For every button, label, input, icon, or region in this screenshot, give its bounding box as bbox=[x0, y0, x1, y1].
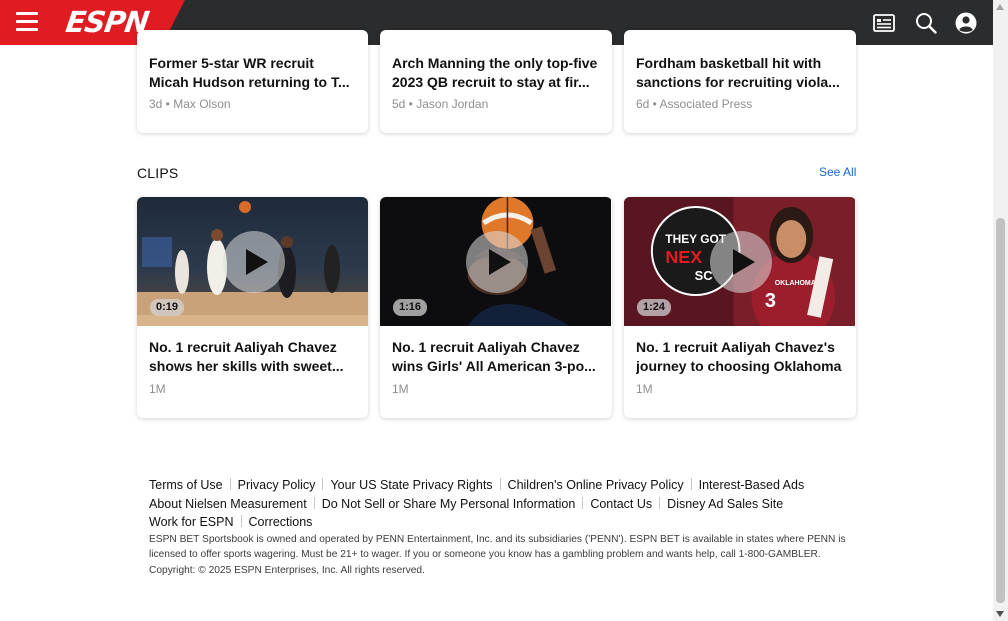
clip-meta: 1M bbox=[149, 382, 166, 396]
footer-link-nielsen[interactable]: About Nielsen Measurement bbox=[149, 497, 307, 511]
story-title[interactable]: Former 5-star WR recruit Micah Hudson re… bbox=[149, 54, 359, 92]
story-card[interactable]: Fordham basketball hit with sanctions fo… bbox=[624, 30, 856, 133]
copyright-text: Copyright: © 2025 ESPN Enterprises, Inc.… bbox=[149, 565, 425, 576]
clip-duration: 0:19 bbox=[150, 299, 185, 316]
footer-link-corrections[interactable]: Corrections bbox=[249, 515, 313, 529]
clips-section-title: CLIPS bbox=[137, 165, 179, 181]
account-icon[interactable] bbox=[954, 11, 978, 35]
thumb-text: OKLAHOMA bbox=[775, 280, 816, 287]
thumb-text: NEX bbox=[665, 247, 702, 267]
see-all-link[interactable]: See All bbox=[819, 165, 856, 179]
clip-card[interactable]: 1:16 No. 1 recruit Aaliyah Chavez wins G… bbox=[380, 197, 612, 418]
footer-divider bbox=[322, 478, 324, 490]
footer-link-state-privacy[interactable]: Your US State Privacy Rights bbox=[330, 478, 492, 492]
clip-duration: 1:16 bbox=[393, 299, 428, 316]
clip-title[interactable]: No. 1 recruit Aaliyah Chavez wins Girls'… bbox=[392, 338, 602, 376]
thumb-text: 3 bbox=[765, 290, 776, 312]
story-title[interactable]: Arch Manning the only top-five 2023 QB r… bbox=[392, 54, 602, 92]
footer-link-childrens-privacy[interactable]: Children's Online Privacy Policy bbox=[508, 478, 684, 492]
footer-link-interest-ads[interactable]: Interest-Based Ads bbox=[699, 478, 805, 492]
story-card[interactable]: Former 5-star WR recruit Micah Hudson re… bbox=[137, 30, 368, 133]
story-title[interactable]: Fordham basketball hit with sanctions fo… bbox=[636, 54, 846, 92]
story-meta: 3d • Max Olson bbox=[149, 97, 231, 111]
clip-meta: 1M bbox=[392, 382, 409, 396]
clip-title[interactable]: No. 1 recruit Aaliyah Chavez shows her s… bbox=[149, 338, 359, 376]
play-icon[interactable] bbox=[710, 231, 772, 293]
footer-divider bbox=[499, 478, 501, 490]
footer-divider bbox=[659, 496, 661, 509]
clip-card[interactable]: 0:19 No. 1 recruit Aaliyah Chavez shows … bbox=[137, 197, 368, 418]
clip-meta: 1M bbox=[636, 382, 653, 396]
footer-link-disney-ads[interactable]: Disney Ad Sales Site bbox=[667, 497, 783, 511]
legal-disclaimer: ESPN BET Sportsbook is owned and operate… bbox=[149, 534, 846, 560]
search-icon[interactable] bbox=[914, 11, 938, 35]
story-meta: 5d • Jason Jordan bbox=[392, 97, 489, 111]
news-feed-icon[interactable] bbox=[872, 11, 896, 35]
hamburger-menu-icon[interactable] bbox=[16, 12, 38, 32]
story-card[interactable]: Arch Manning the only top-five 2023 QB r… bbox=[380, 30, 612, 133]
footer-links: Terms of Use Privacy Policy Your US State … bbox=[149, 476, 849, 532]
scroll-down-arrow-icon[interactable] bbox=[996, 611, 1004, 617]
scrollbar-thumb[interactable] bbox=[996, 218, 1005, 603]
clip-title[interactable]: No. 1 recruit Aaliyah Chavez's journey t… bbox=[636, 338, 846, 376]
story-meta: 6d • Associated Press bbox=[636, 97, 753, 111]
footer-divider bbox=[240, 515, 242, 527]
footer-divider bbox=[313, 496, 315, 509]
vertical-scrollbar[interactable] bbox=[993, 0, 1008, 621]
footer-divider bbox=[582, 496, 584, 509]
footer-link-terms[interactable]: Terms of Use bbox=[149, 478, 223, 492]
play-icon[interactable] bbox=[223, 231, 285, 293]
footer-link-privacy[interactable]: Privacy Policy bbox=[238, 478, 316, 492]
footer-link-work[interactable]: Work for ESPN bbox=[149, 515, 234, 529]
scroll-up-arrow-icon[interactable] bbox=[996, 4, 1004, 10]
footer-divider bbox=[690, 478, 692, 490]
play-icon[interactable] bbox=[466, 231, 528, 293]
clip-card[interactable]: THEY GOT NEX SC OKLAHOMA 3 1:24 No. 1 re… bbox=[624, 197, 856, 418]
footer-link-do-not-sell[interactable]: Do Not Sell or Share My Personal Informa… bbox=[322, 497, 576, 511]
footer-divider bbox=[229, 478, 231, 490]
footer-link-contact[interactable]: Contact Us bbox=[590, 497, 652, 511]
clip-duration: 1:24 bbox=[637, 299, 672, 316]
